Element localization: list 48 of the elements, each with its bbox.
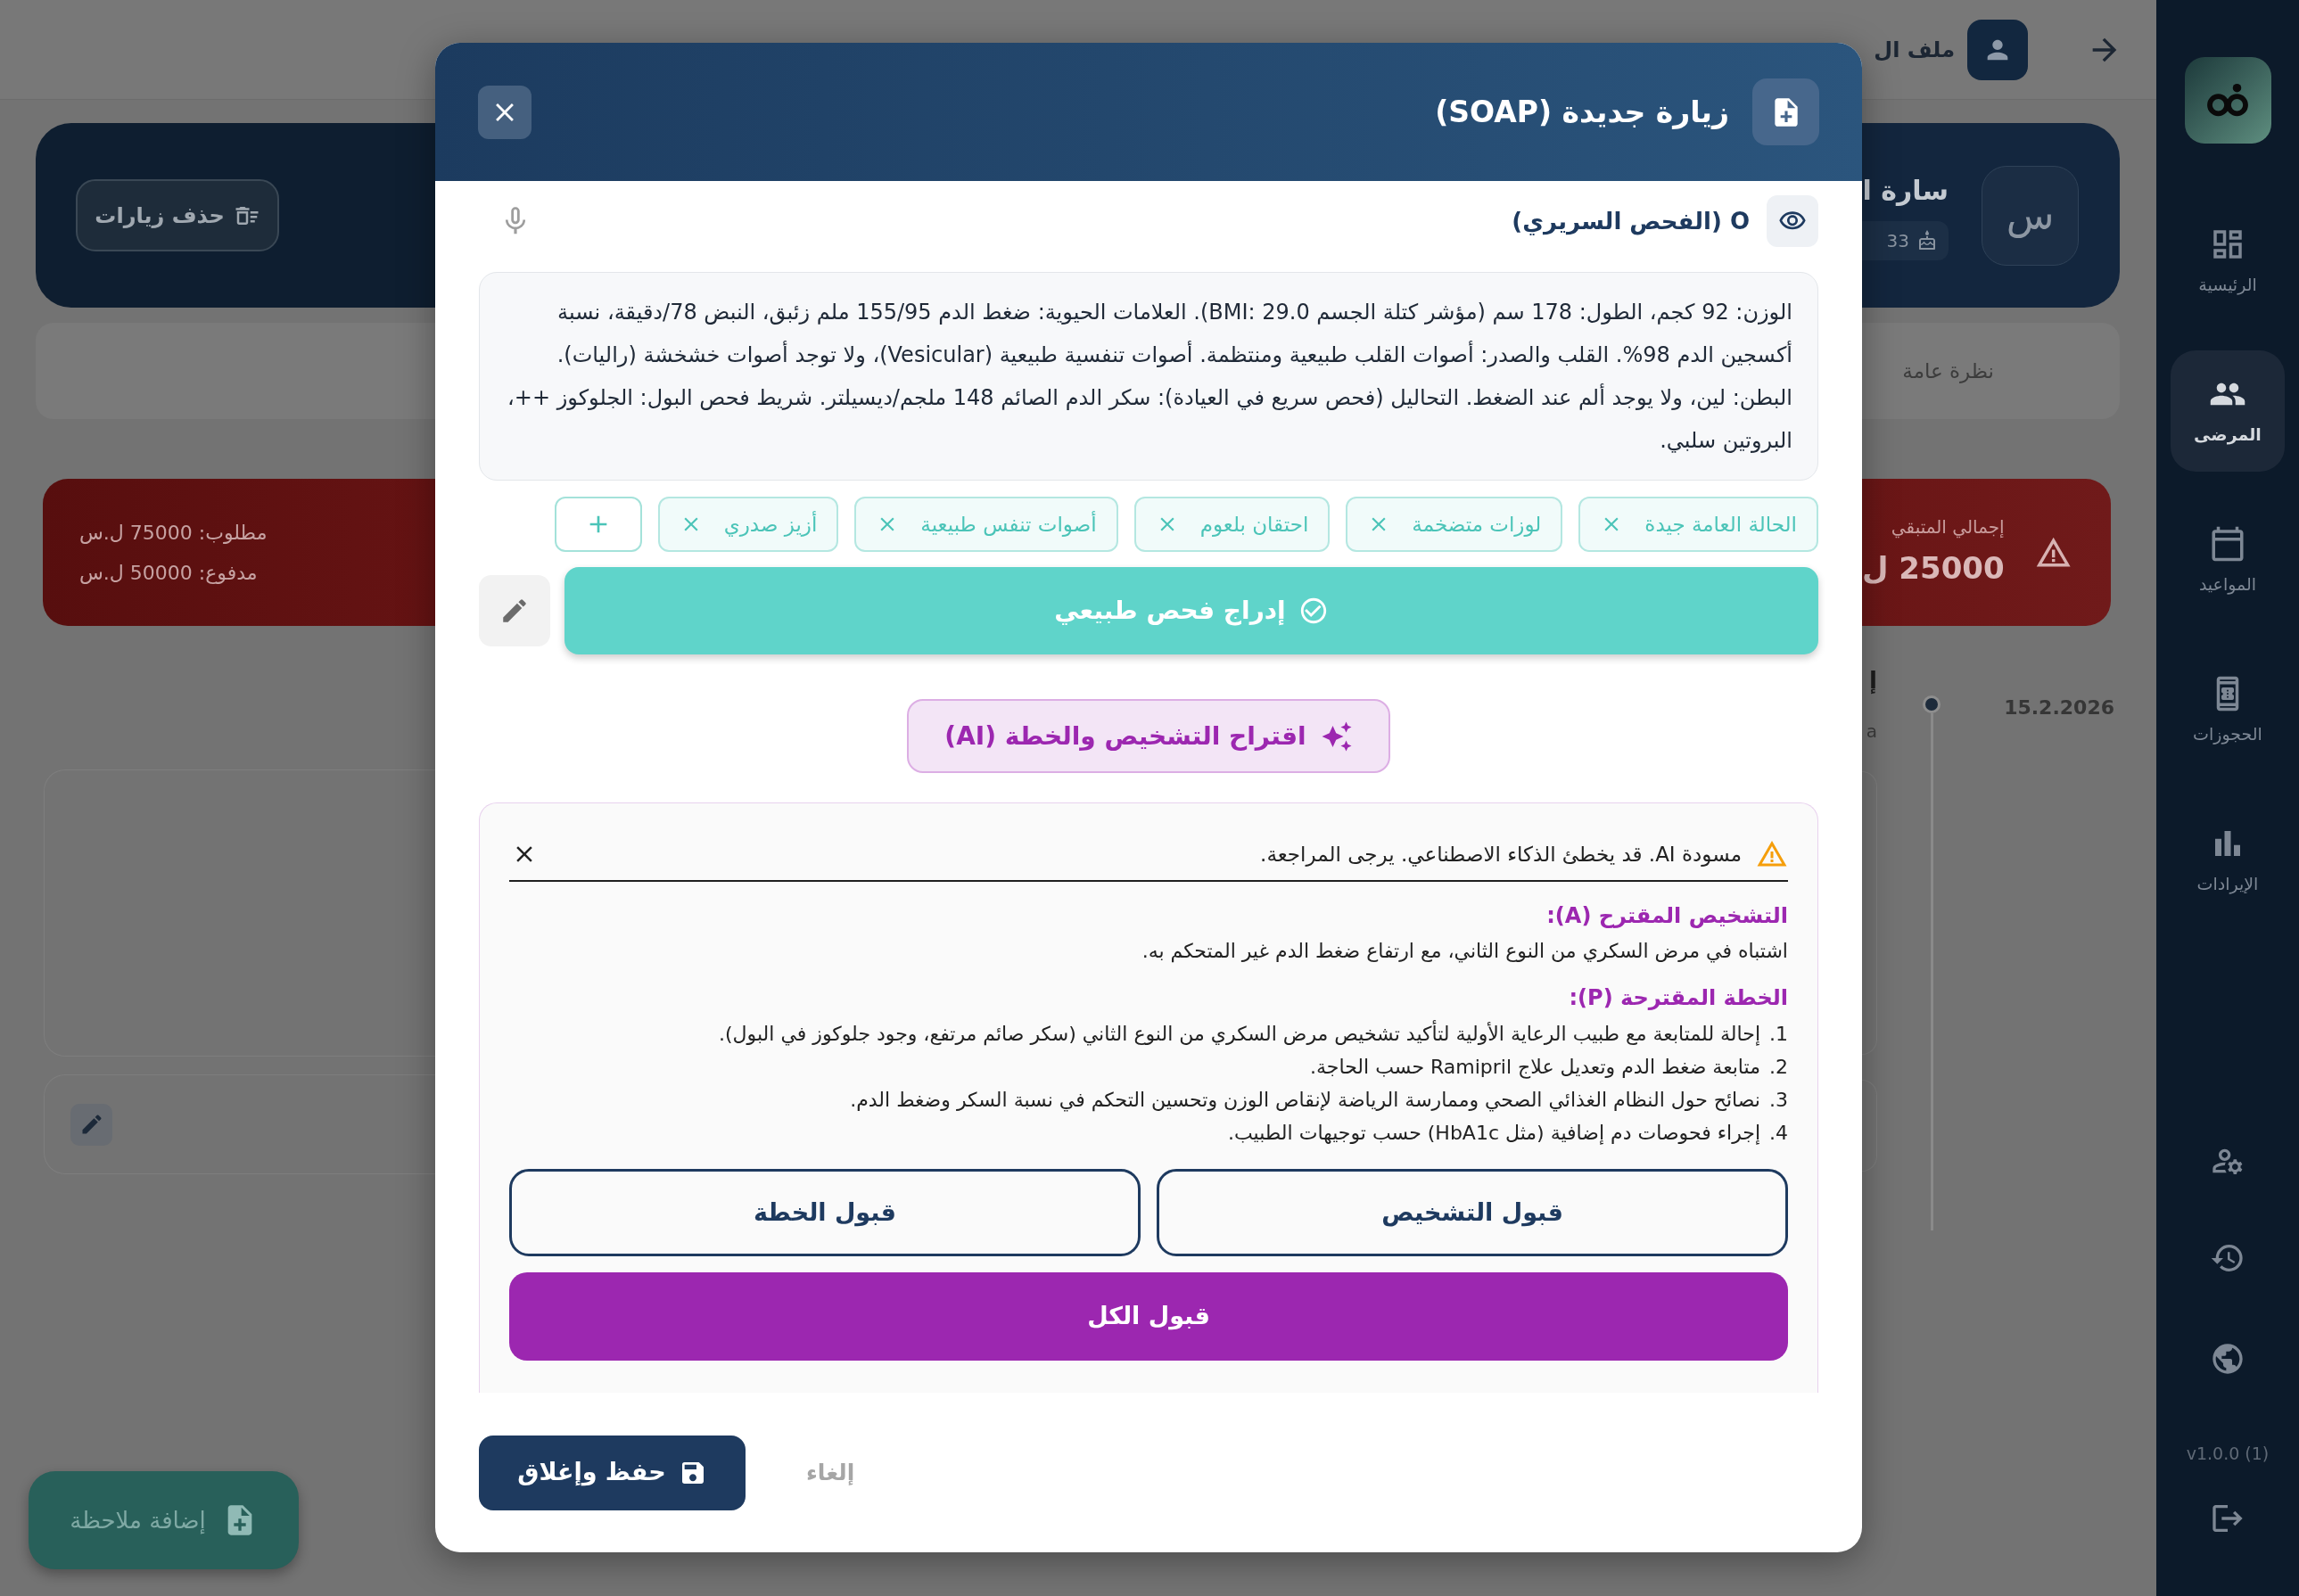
balance-total: 25000 ل	[1862, 549, 2005, 588]
page-title: ملف ال	[1874, 36, 1955, 64]
file-plus-icon	[1752, 78, 1819, 145]
visit-date: 15.2.2026	[2004, 695, 2114, 720]
nav-item[interactable]: الرئيسية	[2171, 201, 2285, 322]
balance-label: إجمالي المتبقي	[1891, 515, 2005, 540]
accept-all-button[interactable]: قبول الكل	[509, 1272, 1788, 1361]
amount-paid: مدفوع: 50000 ل.س	[79, 560, 258, 586]
patient-initial: س	[1982, 165, 2079, 266]
plan-title: الخطة المقترحة (P):	[1568, 984, 1788, 1012]
visit-title: إ	[1869, 667, 1877, 694]
list-number: 2.	[1769, 1055, 1788, 1080]
close-button[interactable]	[478, 85, 531, 139]
version-label: v1.0.0 (1)	[2186, 1442, 2270, 1465]
list-number: 3.	[1769, 1088, 1788, 1113]
nav-item[interactable]: الإيرادات	[2171, 800, 2285, 921]
dialog-title: زيارة جديدة (SOAP)	[1435, 93, 1729, 131]
nav-item[interactable]: المواعيد	[2171, 500, 2285, 621]
age-text: 33	[1886, 229, 1909, 253]
patient-name: سارة ا	[1862, 174, 1949, 208]
add-note-button[interactable]: إضافة ملاحظة	[29, 1471, 299, 1569]
accept-plan-button[interactable]: قبول الخطة	[509, 1169, 1141, 1256]
amount-required: مطلوب: 75000 ل.س	[79, 520, 268, 546]
edit-button[interactable]	[70, 1103, 112, 1146]
assessment-title: التشخيص المقترح (A):	[1545, 902, 1788, 930]
list-number: 1.	[1769, 1022, 1788, 1047]
plan-item-text: متابعة ضغط الدم وتعديل علاج Ramipril حسب الحاجة.	[1310, 1055, 1760, 1081]
nav-item[interactable]: الحجوزات	[2171, 650, 2285, 771]
save-close-button[interactable]: حفظ وإغلاق	[479, 1435, 746, 1510]
ai-suggest-button[interactable]: اقتراح التشخيص والخطة (AI)	[907, 699, 1390, 773]
warning-text: مسودة AI. قد يخطئ الذكاء الاصطناعي. يرجى المراجعة.	[1260, 841, 1742, 868]
edit-button[interactable]	[479, 575, 550, 646]
exam-text-field[interactable]: الوزن: 92 كجم، الطول: 178 سم (مؤشر كتلة الجسم BMI: 29.0). العلامات الحيوية: ضغط الدم 155/95 ملم زئبق، النبض 78/دقيقة، نسبة أكسجين الدم 98%. القلب والصدر: أصوات القلب طبيعية ومنتظمة. أصوات تنفسية طبيعية (Vesicular)، ولا توجد أصوات خشخشة (راليات). البطن: لين، ولا يوجد ألم عند الضغط. التحاليل (فحص سريع في العيادة): سكر الدم الصائم 148 ملجم/ديسيلتر. شريط فحص البول: الجلوكوز ++، البروتين سلبي.	[479, 272, 1818, 481]
assessment-text: اشتباه في مرض السكري من النوع الثاني، مع ارتفاع ضغط الدم غير المتحكم به.	[1141, 939, 1788, 965]
section-title: O (الفحص السريري)	[1512, 206, 1750, 237]
logo-icon	[2184, 57, 2271, 144]
view-toggle-button[interactable]	[1767, 195, 1818, 247]
plan-item-text: إجراء فحوصات دم إضافية (مثل HbA1c) حسب توجيهات الطبيب.	[1227, 1121, 1760, 1147]
person-icon	[1967, 19, 2028, 80]
delete-visits-button[interactable]: حذف زيارات	[76, 179, 279, 251]
list-number: 4.	[1769, 1121, 1788, 1146]
plan-item-text: إحالة للمتابعة مع طبيب الرعاية الأولية لتأكيد تشخيص مرض السكري من النوع الثاني (سكر صائم مرتفع، وجود جلوكوز في البول).	[719, 1017, 1760, 1050]
nav-item[interactable]: المرضى	[2171, 350, 2285, 472]
cancel-button[interactable]: إلغاء	[787, 1435, 875, 1510]
overview-tab[interactable]: نظرة عامة	[1902, 355, 1994, 387]
accept-diagnosis-button[interactable]: قبول التشخيص	[1157, 1169, 1788, 1256]
cake-icon	[1916, 230, 1938, 251]
plan-item-text: نصائح حول النظام الغذائي الصحي وممارسة الرياضة لإنقاص الوزن وتحسين التحكم في نسبة السكر وضغط الدم.	[850, 1088, 1760, 1114]
